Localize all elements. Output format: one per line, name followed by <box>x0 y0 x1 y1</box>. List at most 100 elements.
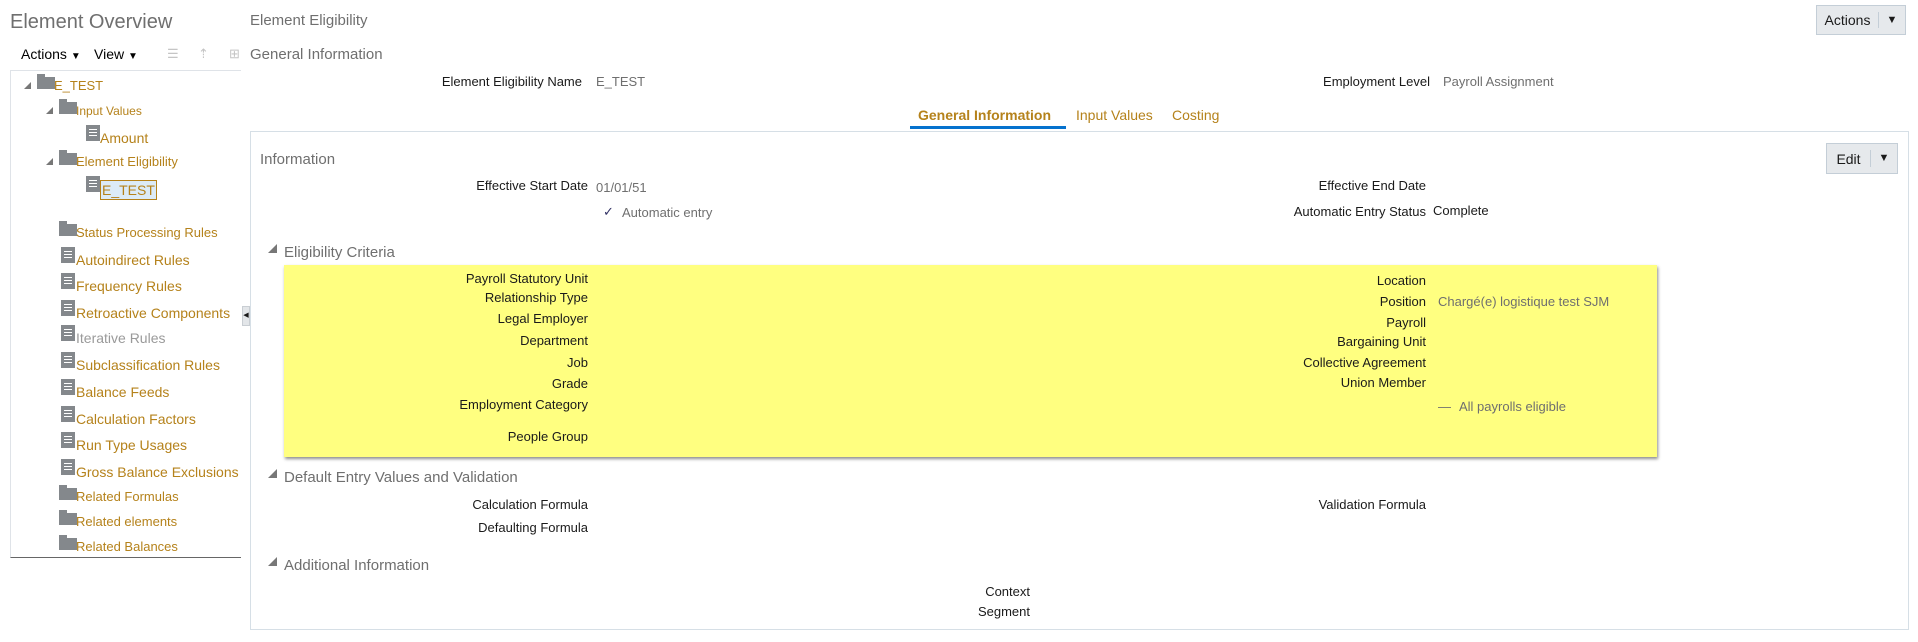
context-label: Context <box>985 584 1030 599</box>
legal-employer-label: Legal Employer <box>497 311 588 326</box>
edit-button[interactable]: Edit ▼ <box>1826 143 1898 174</box>
tab-general-information[interactable]: General Information <box>918 106 1051 124</box>
collapse-triangle-icon[interactable] <box>268 557 277 566</box>
edit-button-label: Edit <box>1836 150 1861 167</box>
union-member-label: Union Member <box>1340 375 1426 390</box>
employment-level-value: Payroll Assignment <box>1443 74 1554 89</box>
page-title: Element Eligibility <box>250 12 368 29</box>
caret-down-icon[interactable]: ▼ <box>1870 149 1897 168</box>
tree-item-label: Input Values <box>76 104 142 118</box>
tree-item-label: Frequency Rules <box>76 278 182 294</box>
location-label: Location <box>1376 273 1426 288</box>
effective-start-date-label: Effective Start Date <box>476 178 588 193</box>
tree-item-label: E_TEST <box>100 180 157 200</box>
tree-actions-label: Actions <box>21 46 67 62</box>
collective-agreement-label: Collective Agreement <box>1303 355 1426 370</box>
additional-information-heading[interactable]: Additional Information <box>284 557 429 575</box>
document-icon <box>61 406 75 422</box>
payroll-statutory-unit-label: Payroll Statutory Unit <box>465 271 588 286</box>
element-eligibility-name-label: Element Eligibility Name <box>441 74 582 89</box>
job-label: Job <box>567 355 588 370</box>
automatic-entry-status-value: Complete <box>1433 203 1489 218</box>
collapse-triangle-icon[interactable] <box>46 158 53 165</box>
employment-category-label: Employment Category <box>459 397 588 412</box>
tree-item-label: Related elements <box>76 514 178 529</box>
expand-all-icon[interactable]: ☰ <box>167 46 179 62</box>
tree-item-label: E_TEST <box>54 78 104 93</box>
tree-view-label: View <box>94 46 125 62</box>
defaulting-formula-label: Defaulting Formula <box>478 520 588 535</box>
eligibility-criteria-heading[interactable]: Eligibility Criteria <box>284 244 395 262</box>
document-icon <box>61 432 75 448</box>
folder-icon <box>37 74 55 89</box>
hierarchy-icon[interactable]: ⊞ <box>229 46 240 62</box>
tree-item-label: Status Processing Rules <box>76 225 218 240</box>
grade-label: Grade <box>551 376 588 391</box>
calculation-formula-label: Calculation Formula <box>472 497 588 512</box>
checkmark-icon: ✓ <box>603 204 614 219</box>
tree-item-label: Amount <box>100 130 149 146</box>
tree-item-label: Calculation Factors <box>76 411 196 427</box>
bargaining-unit-label: Bargaining Unit <box>1337 334 1426 349</box>
document-icon <box>61 325 75 341</box>
caret-down-icon: ▼ <box>127 51 138 62</box>
tree-item-label: Element Eligibility <box>76 154 178 169</box>
active-tab-indicator <box>910 126 1066 129</box>
collapse-triangle-icon[interactable] <box>24 82 31 89</box>
dash-icon: — <box>1438 399 1451 414</box>
tree-item-label: Balance Feeds <box>76 384 170 400</box>
caret-down-icon: ▼ <box>70 51 81 62</box>
tree-actions-menu[interactable]: Actions ▼ <box>21 46 81 65</box>
tree-item-label: Retroactive Components <box>76 305 231 321</box>
segment-label: Segment <box>977 604 1030 619</box>
folder-icon <box>59 485 77 500</box>
actions-button[interactable]: Actions ▼ <box>1816 5 1906 35</box>
collapse-triangle-icon[interactable] <box>268 469 277 478</box>
actions-button-label: Actions <box>1824 12 1871 28</box>
tree-item-label: Related Balances <box>76 539 178 554</box>
all-payrolls-eligible-text: All payrolls eligible <box>1459 399 1566 414</box>
tree-item-label: Related Formulas <box>76 489 179 504</box>
document-icon <box>61 379 75 395</box>
document-icon <box>86 176 100 192</box>
department-label: Department <box>520 333 588 348</box>
people-group-label: People Group <box>507 429 588 444</box>
collapse-triangle-icon[interactable] <box>268 244 277 253</box>
position-label: Position <box>1379 294 1426 309</box>
tree-item-label: Autoindirect Rules <box>76 252 190 268</box>
caret-down-icon[interactable]: ▼ <box>1878 11 1905 29</box>
document-icon <box>61 273 75 289</box>
tree-item-label: Iterative Rules <box>76 330 166 346</box>
folder-icon <box>59 510 77 525</box>
document-icon <box>61 459 75 475</box>
tree-view-menu[interactable]: View ▼ <box>94 46 138 65</box>
document-icon <box>86 125 100 141</box>
tab-input-values[interactable]: Input Values <box>1076 106 1153 124</box>
document-icon <box>61 352 75 368</box>
tree-item-label: Subclassification Rules <box>76 357 220 373</box>
folder-icon <box>59 99 77 114</box>
document-icon <box>61 247 75 263</box>
position-value: Chargé(e) logistique test SJM <box>1438 294 1610 309</box>
collapse-all-icon[interactable]: ⇡ <box>198 46 209 62</box>
element-eligibility-name-value: E_TEST <box>596 74 646 89</box>
payroll-label: Payroll <box>1386 315 1426 330</box>
section-title: General Information <box>250 46 383 63</box>
tree-item-label: Run Type Usages <box>76 437 188 453</box>
effective-start-date-value: 01/01/51 <box>596 180 647 195</box>
default-entry-heading[interactable]: Default Entry Values and Validation <box>284 469 518 487</box>
automatic-entry-status-label: Automatic Entry Status <box>1293 204 1426 219</box>
tree-item-label: Gross Balance Exclusions <box>76 464 239 480</box>
automatic-entry-label: Automatic entry <box>622 205 713 220</box>
employment-level-label: Employment Level <box>1323 74 1430 89</box>
folder-icon <box>59 150 77 165</box>
information-heading: Information <box>260 151 336 168</box>
pane-splitter-collapse-button[interactable]: ◀ <box>242 306 250 326</box>
tab-costing[interactable]: Costing <box>1172 106 1219 124</box>
folder-icon <box>59 535 77 550</box>
folder-icon <box>59 221 77 236</box>
relationship-type-label: Relationship Type <box>484 290 588 305</box>
validation-formula-label: Validation Formula <box>1318 497 1426 512</box>
effective-end-date-label: Effective End Date <box>1318 178 1426 193</box>
collapse-triangle-icon[interactable] <box>46 107 53 114</box>
